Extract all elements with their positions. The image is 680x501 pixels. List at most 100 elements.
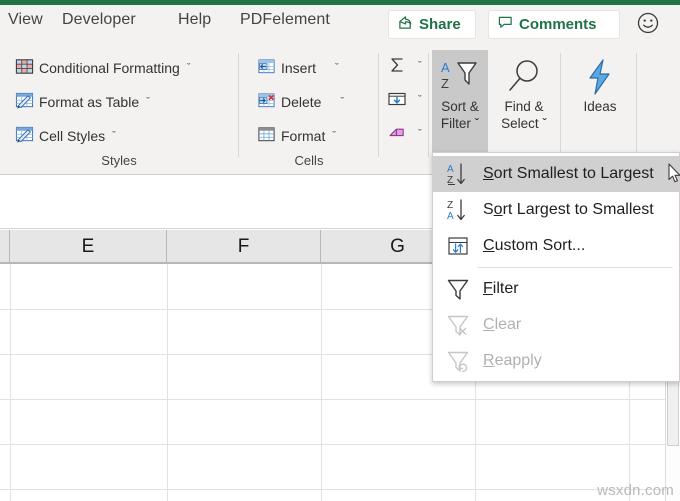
magnifier-icon [504,56,544,98]
conditional-formatting-label: Conditional Formatting [39,60,180,76]
autosum-button[interactable]: ˇ [384,53,425,79]
delete-cells-label: Delete [281,94,321,110]
grid-row-line [0,399,680,400]
mouse-cursor [668,163,680,184]
menu-item-clear[interactable]: Clear [433,307,679,343]
group-divider [560,53,561,157]
tab-help[interactable]: Help [178,11,211,29]
grid-col-line [321,264,322,501]
tab-pdfelement[interactable]: PDFelement [240,11,330,29]
ribbon-group-cells: Insert ˇ Delete ˇ [240,45,378,175]
chevron-down-icon[interactable]: ˇ [335,62,339,74]
filter-funnel-icon [445,276,471,302]
watermark: wsxdn.com [597,482,674,499]
svg-text:A: A [447,164,454,175]
sort-and-filter-dropdown-menu: A Z Sort Smallest to Largest Z A Sort La… [432,152,680,382]
comments-label: Comments [519,16,597,33]
group-divider [378,53,379,157]
grid-col-line [167,264,168,501]
tab-developer[interactable]: Developer [62,11,136,29]
feedback-smiley-button[interactable] [634,11,662,39]
format-cells-icon [257,125,276,147]
format-as-table-icon [15,91,34,113]
sort-za-icon: Z A [445,197,471,223]
cell-styles-icon [15,125,34,147]
chevron-down-icon[interactable]: ˇ [332,130,336,142]
grid-col-line [10,264,11,501]
share-icon [398,15,413,34]
svg-text:A: A [441,60,450,75]
fill-down-icon [387,89,407,112]
ideas-bolt-icon [583,56,617,98]
menu-divider [477,267,673,268]
menu-item-reapply[interactable]: Reapply [433,343,679,379]
menu-item-sort-smallest-to-largest[interactable]: A Z Sort Smallest to Largest [433,156,679,192]
group-divider [238,53,239,157]
chevron-down-icon[interactable]: ˇ [418,128,422,140]
chevron-down-icon[interactable]: ˇ [542,116,547,131]
format-cells-label: Format [281,128,325,144]
menu-item-label: Sort Smallest to Largest [483,165,654,183]
column-header-d-partial[interactable] [0,230,10,263]
find-and-select-label-line2: Select ˇ [501,115,547,132]
cell-styles-label: Cell Styles [39,128,105,144]
autosum-sigma-icon [387,55,407,78]
menu-item-label: Reapply [483,352,542,370]
find-and-select-label-line1: Find & [504,98,543,115]
delete-cells-button[interactable]: Delete ˇ [254,89,347,115]
chevron-down-icon[interactable]: ˇ [146,96,150,108]
ribbon-tab-row: View Developer Help PDFelement Share Com… [0,5,680,45]
ribbon-group-label-cells: Cells [240,153,378,168]
sort-and-filter-label-line2: Filter ˇ [441,115,479,132]
group-divider [636,53,637,157]
conditional-formatting-icon [15,57,34,79]
menu-item-filter[interactable]: Filter [433,271,679,307]
chevron-down-icon[interactable]: ˇ [418,60,422,72]
group-divider [428,53,429,157]
sort-and-filter-button[interactable]: A Z Sort & Filter ˇ [432,50,488,152]
column-header-f[interactable]: F [167,230,321,263]
format-as-table-label: Format as Table [39,94,139,110]
format-as-table-button[interactable]: Format as Table ˇ [12,89,153,115]
find-and-select-button[interactable]: Find & Select ˇ [496,50,552,152]
column-header-e[interactable]: E [10,230,167,263]
chevron-down-icon[interactable]: ˇ [187,62,191,74]
filter-clear-icon [445,312,471,338]
conditional-formatting-button[interactable]: Conditional Formatting ˇ [12,55,194,81]
svg-text:Z: Z [447,200,453,211]
menu-item-label: Sort Largest to Smallest [483,201,654,219]
chevron-down-icon[interactable]: ˇ [340,96,344,108]
menu-item-custom-sort[interactable]: Custom Sort... [433,228,679,264]
smiley-face-icon [636,11,660,40]
chevron-down-icon[interactable]: ˇ [418,94,422,106]
menu-item-label: Filter [483,280,519,298]
share-label: Share [419,16,461,33]
fill-button[interactable]: ˇ [384,87,425,113]
insert-cells-label: Insert [281,60,316,76]
clear-button[interactable]: ˇ [384,121,425,147]
svg-text:A: A [447,211,454,222]
grid-row-line [0,444,680,445]
format-cells-button[interactable]: Format ˇ [254,123,339,149]
svg-text:Z: Z [441,76,449,91]
sort-az-icon: A Z [445,161,471,187]
ribbon-group-styles: Conditional Formatting ˇ Format as Table… [0,45,238,175]
filter-reapply-icon [445,348,471,374]
chevron-down-icon[interactable]: ˇ [475,116,480,131]
chevron-down-icon[interactable]: ˇ [112,130,116,142]
comment-icon [498,15,513,34]
menu-item-label: Custom Sort... [483,237,585,255]
insert-cells-button[interactable]: Insert ˇ [254,55,342,81]
share-button[interactable]: Share [388,10,476,39]
sort-and-filter-label-line1: Sort & [441,98,479,115]
menu-item-sort-largest-to-smallest[interactable]: Z A Sort Largest to Smallest [433,192,679,228]
ideas-button[interactable]: Ideas [572,50,628,152]
tab-view[interactable]: View [8,11,43,29]
sort-filter-icon: A Z [438,56,482,98]
cell-styles-button[interactable]: Cell Styles ˇ [12,123,119,149]
comments-button[interactable]: Comments [488,10,620,39]
menu-item-label: Clear [483,316,521,334]
clear-eraser-icon [387,123,407,146]
grid-row-line [0,489,680,490]
ideas-label: Ideas [583,98,616,115]
